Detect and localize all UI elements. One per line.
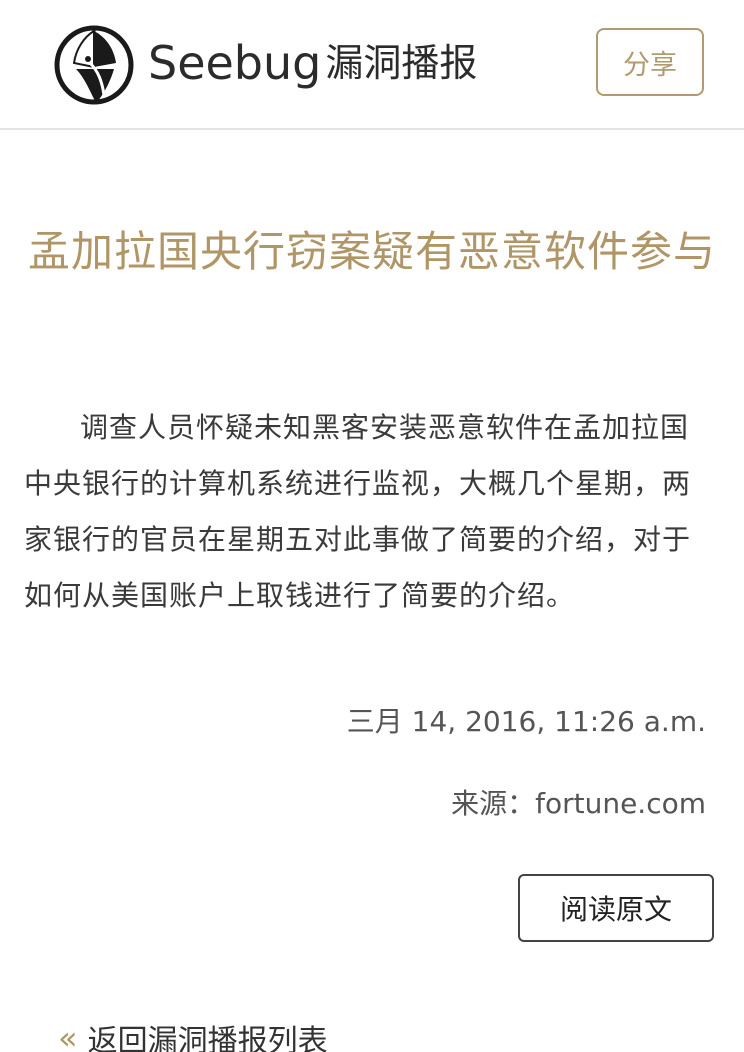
logo-wordmark: Seebug	[148, 36, 322, 90]
logo-subtitle: 漏洞播报	[325, 41, 478, 85]
share-button[interactable]: 分享	[596, 28, 704, 96]
seebug-logo[interactable]: Seebug 漏洞播报	[54, 18, 477, 108]
back-to-list-label: 返回漏洞播报列表	[87, 1024, 328, 1052]
page: Seebug 漏洞播报 分享 孟加拉国央行窃案疑有恶意软件参与 调查人员怀疑未知…	[0, 0, 744, 1052]
header: Seebug 漏洞播报 分享	[0, 0, 744, 130]
back-to-list-link[interactable]: « 返回漏洞播报列表	[58, 1016, 328, 1052]
article-date: 三月 14, 2016, 11:26 a.m.	[346, 705, 706, 738]
read-original-button[interactable]: 阅读原文	[518, 874, 714, 942]
article-title: 孟加拉国央行窃案疑有恶意软件参与	[27, 227, 716, 276]
seebug-logo-icon	[54, 25, 134, 105]
article-body: 调查人员怀疑未知黑客安装恶意软件在孟加拉国中央银行的计算机系统进行监视，大概几个…	[24, 411, 692, 612]
article-source: 来源：fortune.com	[451, 787, 706, 820]
double-chevron-left-icon: «	[58, 1019, 78, 1052]
